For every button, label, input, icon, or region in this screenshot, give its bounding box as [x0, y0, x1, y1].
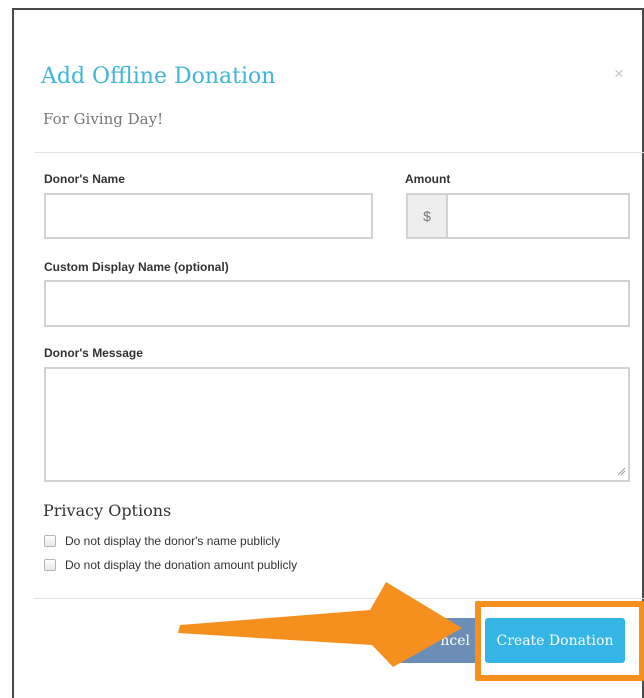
resize-grip-icon[interactable] — [616, 466, 626, 476]
amount-label: Amount — [405, 172, 451, 186]
cancel-button[interactable]: ncel — [398, 618, 480, 663]
privacy-option-amount[interactable]: Do not display the donation amount publi… — [44, 558, 297, 572]
donation-modal: Add Offline Donation For Giving Day! × D… — [12, 8, 644, 698]
donor-name-input[interactable] — [44, 193, 373, 239]
currency-addon: $ — [406, 193, 446, 239]
footer-divider — [34, 598, 644, 599]
display-name-input[interactable] — [44, 280, 630, 327]
message-textarea[interactable] — [44, 367, 630, 482]
privacy-option-name[interactable]: Do not display the donor's name publicly — [44, 534, 280, 548]
donor-name-label: Donor's Name — [44, 172, 125, 186]
privacy-heading: Privacy Options — [43, 501, 172, 520]
hide-amount-checkbox[interactable] — [44, 559, 56, 571]
create-donation-button[interactable]: Create Donation — [485, 618, 625, 663]
message-label: Donor's Message — [44, 346, 143, 360]
dialog-subtitle: For Giving Day! — [43, 110, 164, 128]
hide-name-checkbox[interactable] — [44, 535, 56, 547]
header-divider — [34, 152, 644, 153]
close-icon[interactable]: × — [614, 65, 624, 82]
hide-name-label: Do not display the donor's name publicly — [65, 534, 281, 548]
dialog-title: Add Offline Donation — [41, 64, 276, 89]
display-name-label: Custom Display Name (optional) — [44, 260, 229, 274]
hide-amount-label: Do not display the donation amount publi… — [65, 558, 298, 572]
amount-input[interactable] — [446, 193, 630, 239]
